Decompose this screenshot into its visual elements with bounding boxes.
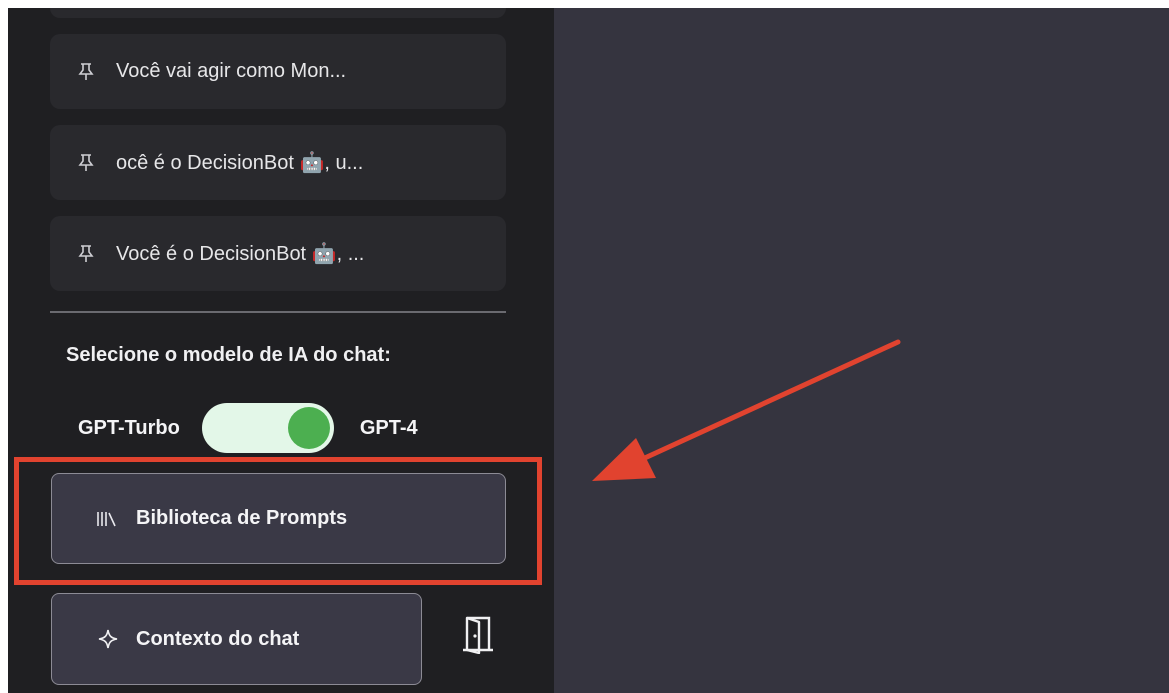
door-icon[interactable] (461, 614, 495, 655)
chat-history-item[interactable]: ocê é o DecisionBot 🤖, u... (50, 125, 506, 200)
model-toggle-row: GPT-Turbo GPT-4 (78, 403, 418, 453)
sidebar: Você vai agir como Mon... ocê é o Decisi… (8, 8, 554, 693)
model-select-label: Selecione o modelo de IA do chat: (66, 344, 391, 366)
toggle-knob (287, 407, 330, 449)
chat-history-item[interactable]: Você vai agir como Mon... (50, 34, 506, 109)
chat-context-button[interactable]: Contexto do chat (51, 593, 422, 685)
chat-item-label: ocê é o DecisionBot 🤖, u... (116, 152, 364, 174)
chat-history-item[interactable] (50, 8, 506, 18)
pin-icon[interactable] (78, 153, 94, 172)
chat-context-label: Contexto do chat (136, 627, 300, 650)
model-option-right: GPT-4 (359, 416, 418, 439)
highlight-box (14, 457, 542, 585)
model-option-left: GPT-Turbo (78, 416, 180, 439)
main-panel (554, 8, 1169, 693)
sparkle-icon (98, 629, 118, 649)
pin-icon[interactable] (78, 244, 94, 263)
chat-item-label: Você vai agir como Mon... (116, 60, 347, 82)
chat-history-item[interactable]: Você é o DecisionBot 🤖, ... (50, 216, 506, 291)
pin-icon[interactable] (78, 62, 94, 81)
chat-item-label: Você é o DecisionBot 🤖, ... (116, 243, 365, 265)
sidebar-divider (50, 311, 506, 313)
model-toggle-switch[interactable] (201, 403, 334, 453)
